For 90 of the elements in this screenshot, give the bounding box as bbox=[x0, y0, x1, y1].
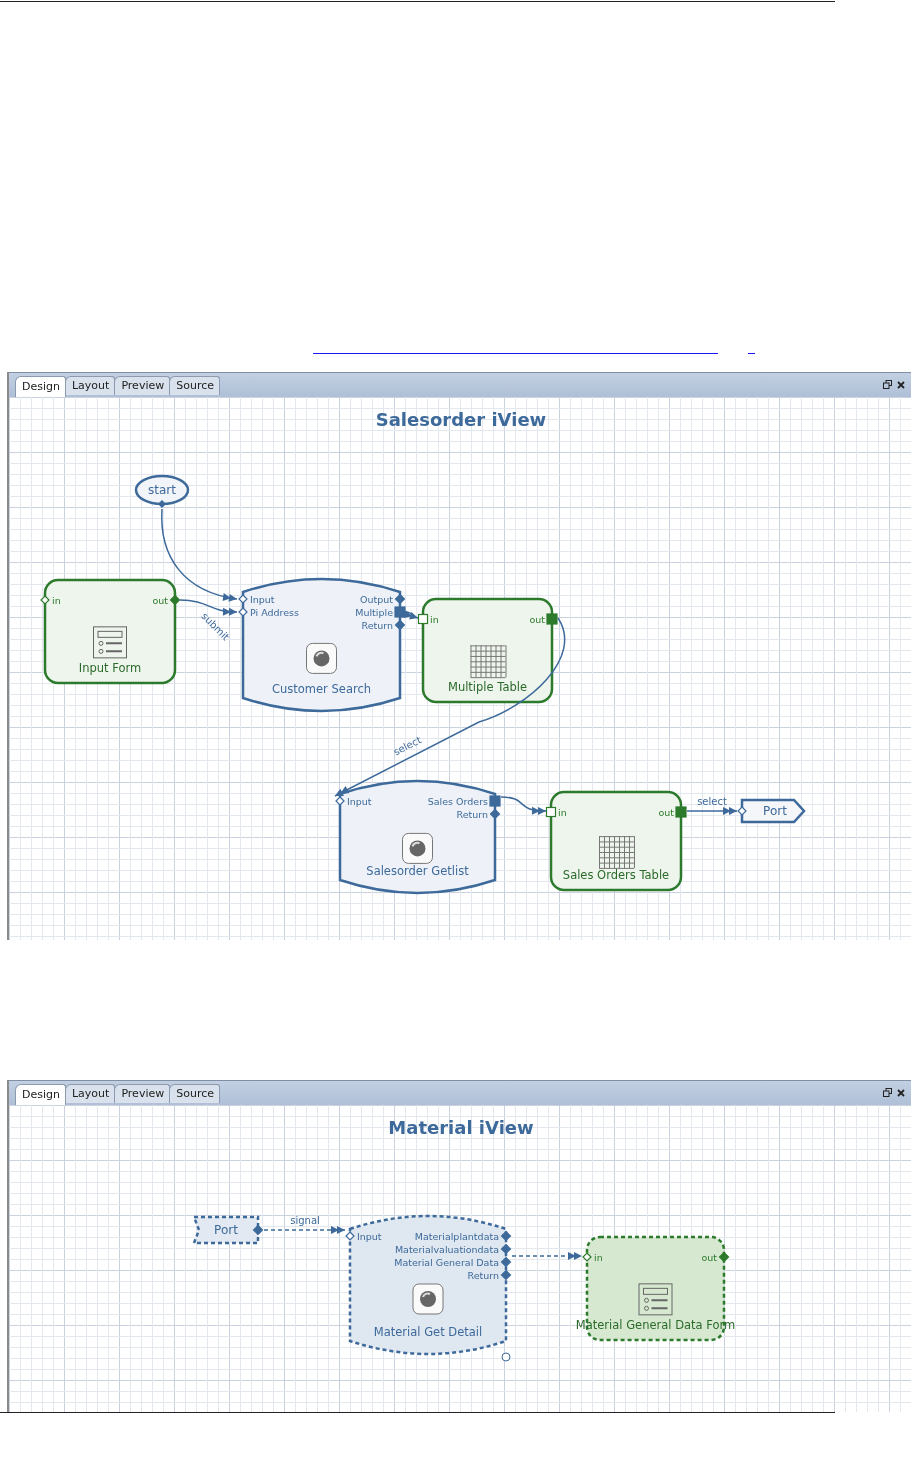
port-node[interactable] bbox=[740, 798, 806, 824]
port-icon[interactable] bbox=[158, 500, 166, 508]
port-label: Pi Address bbox=[250, 606, 299, 618]
service-icon bbox=[402, 832, 433, 864]
port-icon[interactable] bbox=[489, 795, 501, 807]
port-label: in bbox=[430, 613, 439, 625]
port-icon[interactable] bbox=[500, 1243, 512, 1255]
port-icon[interactable] bbox=[238, 594, 248, 604]
service-icon bbox=[306, 642, 337, 674]
port-label: Output bbox=[360, 593, 393, 605]
node-label: Port bbox=[214, 1223, 238, 1237]
port-label: Return bbox=[467, 1269, 499, 1281]
close-icon[interactable] bbox=[897, 1088, 905, 1097]
port-icon[interactable] bbox=[345, 1231, 355, 1241]
port-label: Sales Orders bbox=[427, 795, 488, 807]
connector[interactable] bbox=[334, 617, 566, 797]
connector[interactable] bbox=[500, 796, 547, 815]
port-label: Materialvaluationdata bbox=[394, 1243, 499, 1255]
tab[interactable]: Source bbox=[169, 1084, 220, 1103]
tab[interactable]: Preview bbox=[114, 376, 171, 395]
table-node[interactable] bbox=[549, 790, 683, 892]
connector[interactable] bbox=[686, 807, 738, 815]
tab[interactable]: Design bbox=[15, 376, 66, 397]
node-label: Input Form bbox=[78, 661, 142, 675]
port-label: Multiple bbox=[355, 606, 393, 618]
port-label: Materialplantdata bbox=[414, 1230, 499, 1242]
grid-icon bbox=[470, 644, 507, 679]
port-label: in bbox=[52, 594, 61, 606]
form-node[interactable] bbox=[43, 578, 177, 685]
connector[interactable] bbox=[511, 1252, 583, 1260]
connector-label: select bbox=[697, 796, 727, 807]
port-icon[interactable] bbox=[582, 1252, 592, 1262]
port-label: in bbox=[558, 806, 567, 818]
port-icon[interactable] bbox=[675, 806, 687, 818]
port-label: out bbox=[658, 806, 674, 818]
tab[interactable]: Preview bbox=[114, 1084, 171, 1103]
port-label: out bbox=[152, 594, 168, 606]
port-label: Input bbox=[250, 593, 275, 605]
port-label: in bbox=[594, 1251, 603, 1263]
port-label: Material General Data bbox=[394, 1256, 499, 1268]
node-label: Material General Data Form bbox=[575, 1318, 736, 1332]
port-label: out bbox=[529, 613, 545, 625]
diagram-title: Salesorder iView bbox=[375, 409, 547, 430]
port-icon[interactable] bbox=[394, 619, 406, 631]
port-label: out bbox=[701, 1251, 717, 1263]
port-icon[interactable] bbox=[489, 808, 501, 820]
port-icon[interactable] bbox=[737, 806, 747, 816]
node-label: Port bbox=[763, 804, 787, 818]
diagram-title: Material iView bbox=[388, 1117, 534, 1138]
port-label: Return bbox=[361, 619, 393, 631]
port-icon[interactable] bbox=[417, 613, 429, 625]
connector[interactable] bbox=[179, 599, 238, 616]
port-icon[interactable] bbox=[238, 607, 248, 617]
port-icon[interactable] bbox=[545, 806, 557, 818]
port-icon[interactable] bbox=[546, 613, 558, 625]
port-icon[interactable] bbox=[500, 1230, 512, 1242]
start-node[interactable] bbox=[134, 474, 190, 506]
node-label: Customer Search bbox=[272, 682, 371, 696]
restore-icon[interactable] bbox=[883, 1088, 892, 1097]
connector-label: signal bbox=[290, 1215, 320, 1226]
port-icon[interactable] bbox=[500, 1269, 512, 1281]
close-icon[interactable] bbox=[897, 380, 905, 389]
node-label: Multiple Table bbox=[447, 680, 528, 694]
node-label: Material Get Detail bbox=[373, 1325, 483, 1339]
port-label: Input bbox=[357, 1230, 382, 1242]
status-icon bbox=[501, 1352, 511, 1362]
tab[interactable]: Layout bbox=[65, 376, 116, 395]
tab[interactable]: Source bbox=[169, 376, 220, 395]
port-icon[interactable] bbox=[718, 1251, 730, 1263]
port-label: Return bbox=[456, 808, 488, 820]
service-icon bbox=[412, 1283, 444, 1315]
grid-icon bbox=[598, 835, 635, 869]
node-label: Salesorder Getlist bbox=[366, 864, 469, 878]
connector[interactable] bbox=[263, 1226, 346, 1234]
port-icon[interactable] bbox=[169, 594, 181, 606]
tab[interactable]: Design bbox=[15, 1084, 66, 1105]
tab[interactable]: Layout bbox=[65, 1084, 116, 1103]
form-icon bbox=[93, 626, 127, 659]
port-icon[interactable] bbox=[500, 1256, 512, 1268]
table-node[interactable] bbox=[421, 597, 554, 704]
restore-icon[interactable] bbox=[883, 380, 892, 389]
port-node[interactable] bbox=[192, 1215, 260, 1245]
node-label: Sales Orders Table bbox=[562, 868, 670, 882]
port-icon[interactable] bbox=[252, 1224, 264, 1236]
port-icon[interactable] bbox=[40, 595, 50, 605]
form-icon bbox=[638, 1283, 673, 1316]
node-label: start bbox=[148, 483, 176, 497]
port-icon[interactable] bbox=[394, 593, 406, 605]
connector[interactable] bbox=[403, 610, 419, 620]
port-label: Input bbox=[347, 795, 372, 807]
